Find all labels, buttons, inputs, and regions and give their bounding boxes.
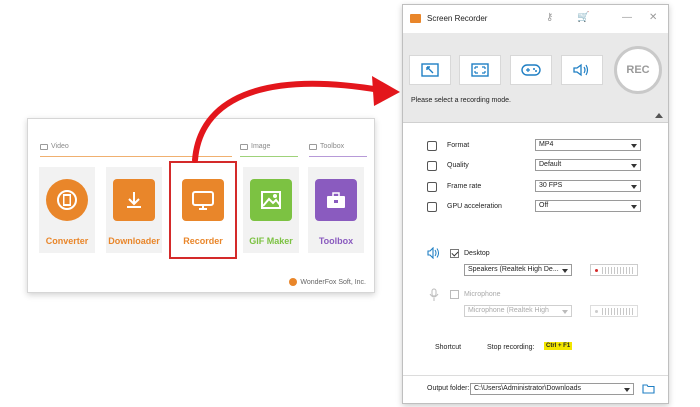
- speaker-audio-icon[interactable]: [561, 55, 603, 85]
- output-folder-label: Output folder:: [427, 385, 470, 392]
- frame-rate-select[interactable]: 30 FPS: [535, 180, 641, 192]
- microphone-device-select[interactable]: Microphone (Realtek High: [464, 305, 572, 317]
- desktop-audio-label: Desktop: [464, 250, 490, 257]
- key-icon[interactable]: ⚷: [546, 11, 553, 25]
- desktop-audio-checkbox[interactable]: [450, 249, 459, 258]
- quality-icon: [427, 160, 437, 171]
- format-icon: [427, 140, 437, 151]
- desktop-device-select[interactable]: Speakers (Realtek High De...: [464, 264, 572, 276]
- desktop-volume-meter: [590, 264, 638, 276]
- recorder-app-icon: [410, 14, 421, 23]
- microphone-volume-meter: [590, 305, 638, 317]
- level-dot: [595, 310, 598, 313]
- microphone-label: Microphone: [464, 291, 501, 298]
- quality-select[interactable]: Default: [535, 159, 641, 171]
- stop-recording-label: Stop recording:: [487, 344, 535, 351]
- format-row: Format: [427, 139, 469, 152]
- quality-row: Quality: [427, 159, 469, 172]
- folder-icon[interactable]: [642, 383, 655, 394]
- screen-recorder-window: Screen Recorder ⚷ 🛒 — ✕ REC Please selec…: [402, 4, 669, 404]
- frame-rate-row: Frame rate: [427, 180, 481, 193]
- title-bar: Screen Recorder ⚷ 🛒 — ✕: [403, 5, 668, 33]
- speaker-icon: [427, 247, 439, 259]
- region-select-icon[interactable]: [409, 55, 451, 85]
- output-footer: Output folder: C:\Users\Administrator\Do…: [403, 375, 668, 403]
- window-title: Screen Recorder: [427, 14, 488, 23]
- gpu-select[interactable]: Off: [535, 200, 641, 212]
- gpu-row: GPU acceleration: [427, 200, 502, 213]
- microphone-checkbox[interactable]: [450, 290, 459, 299]
- shortcut-label: Shortcut: [435, 344, 462, 351]
- fullscreen-icon[interactable]: [459, 55, 501, 85]
- frame-rate-icon: [427, 181, 437, 192]
- gpu-icon: [427, 201, 437, 212]
- level-bars: [602, 267, 635, 274]
- mode-hint-text: Please select a recording mode.: [411, 97, 511, 104]
- microphone-icon: [429, 288, 439, 301]
- format-select[interactable]: MP4: [535, 139, 641, 151]
- output-path-select[interactable]: C:\Users\Administrator\Downloads: [470, 383, 634, 395]
- cart-icon[interactable]: 🛒: [577, 11, 589, 25]
- collapse-arrow-icon[interactable]: [655, 113, 663, 118]
- screenshot-canvas: Video Image Toolbox Converter Downloader: [0, 0, 700, 407]
- minimize-icon[interactable]: —: [622, 11, 632, 25]
- rec-button[interactable]: REC: [614, 46, 662, 94]
- stop-hotkey[interactable]: Ctrl + F1: [544, 342, 573, 350]
- level-dot: [595, 269, 598, 272]
- level-bars: [602, 308, 635, 315]
- recording-mode-bar: REC Please select a recording mode.: [403, 33, 668, 123]
- gamepad-icon[interactable]: [510, 55, 552, 85]
- close-icon[interactable]: ✕: [649, 11, 657, 25]
